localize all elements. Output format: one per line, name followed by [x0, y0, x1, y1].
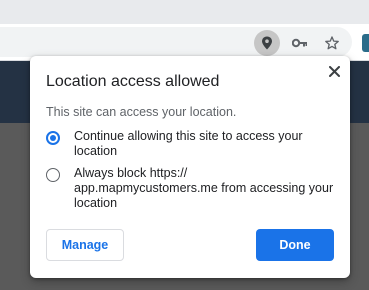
radio-always-block[interactable] [46, 168, 60, 182]
option-always-block-label: Always block https:// app.mapmycustomers… [74, 166, 334, 210]
option-always-block[interactable]: Always block https:// app.mapmycustomers… [46, 166, 336, 211]
star-icon[interactable] [319, 30, 345, 56]
manage-button[interactable]: Manage [46, 229, 124, 261]
tab-strip [0, 0, 369, 24]
dialog-description: This site can access your location. [46, 105, 237, 119]
option-continue-allowing[interactable]: Continue allowing this site to access yo… [46, 129, 336, 159]
close-button[interactable] [326, 63, 342, 79]
done-button[interactable]: Done [256, 229, 334, 261]
key-icon[interactable] [287, 30, 313, 56]
dialog-title: Location access allowed [46, 73, 220, 90]
option-continue-allowing-label: Continue allowing this site to access yo… [74, 129, 303, 158]
location-permission-dialog: Location access allowed This site can ac… [30, 56, 350, 278]
location-icon[interactable] [254, 30, 280, 56]
close-icon [328, 65, 340, 77]
radio-continue-allowing[interactable] [46, 131, 60, 145]
browser-toolbar [0, 0, 369, 61]
browser-window: Location access allowed This site can ac… [0, 0, 369, 290]
extension-icon[interactable] [362, 34, 369, 52]
